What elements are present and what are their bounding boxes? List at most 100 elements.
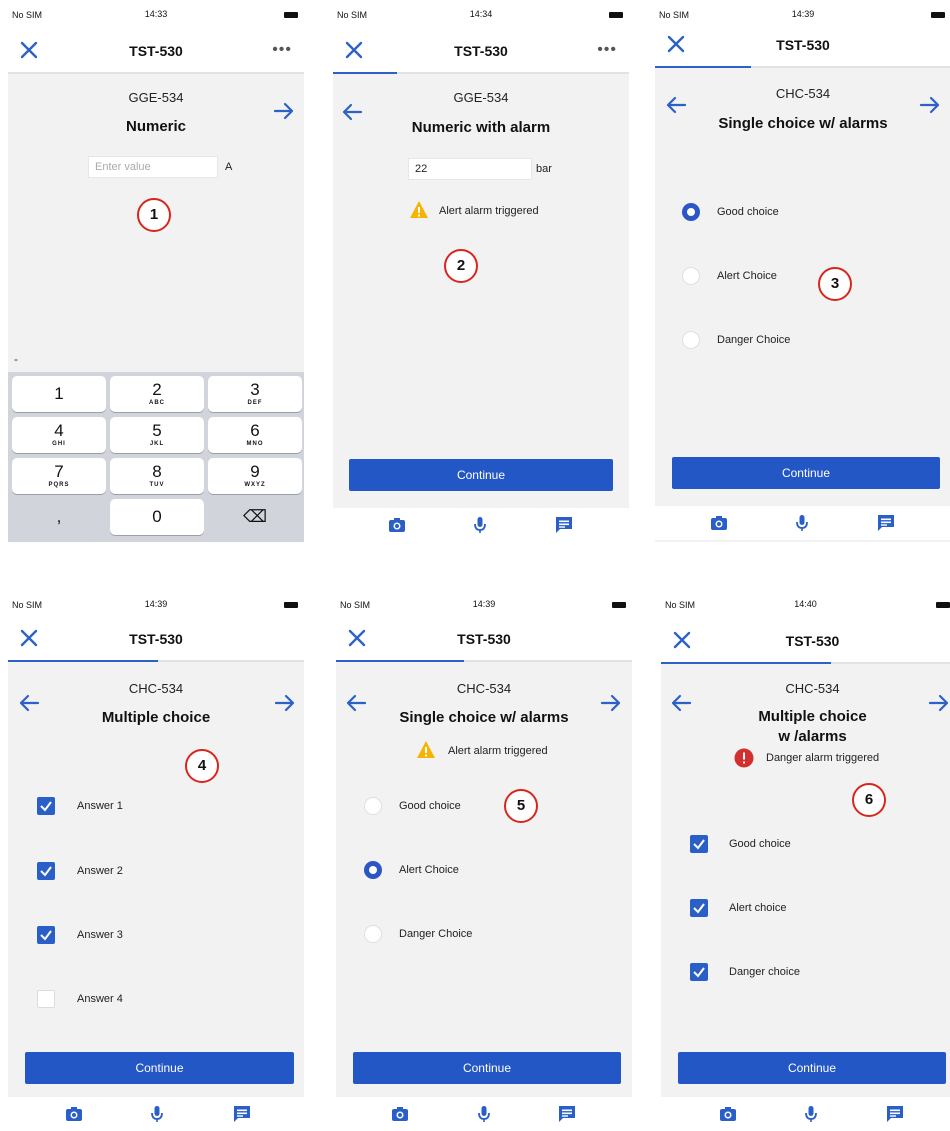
nav-bar: TST-530 — [655, 22, 950, 68]
comment-icon[interactable] — [876, 513, 896, 533]
step-marker: 6 — [852, 783, 886, 817]
microphone-icon[interactable] — [474, 1104, 494, 1124]
minus-key[interactable]: - — [14, 352, 18, 366]
choice-label: Answer 2 — [77, 865, 123, 877]
key-comma[interactable]: , — [12, 499, 106, 535]
camera-icon[interactable] — [709, 513, 729, 533]
checkbox-answer-3[interactable] — [37, 926, 55, 944]
radio-alert-choice[interactable] — [364, 861, 382, 879]
alarm-message: Danger alarm triggered — [766, 752, 880, 764]
key-6[interactable]: 6 MNO — [208, 417, 302, 453]
value-input[interactable]: Enter value — [88, 156, 218, 178]
camera-icon[interactable] — [64, 1104, 84, 1124]
question-title: Multiple choice — [101, 709, 211, 726]
radio-good-choice[interactable] — [364, 797, 382, 815]
comment-icon[interactable] — [232, 1104, 252, 1124]
choice-label: Danger Choice — [717, 334, 791, 346]
check-icon — [693, 903, 705, 914]
microphone-icon[interactable] — [792, 513, 812, 533]
key-1[interactable]: 1 — [12, 376, 106, 412]
question-title: Single choice w/ alarms — [718, 115, 888, 132]
progress-bar — [8, 660, 158, 662]
checkbox-danger-choice[interactable] — [690, 963, 708, 981]
checkbox-alert-choice[interactable] — [690, 899, 708, 917]
check-icon — [40, 866, 52, 877]
question-title-line-2: w /alarms — [778, 728, 847, 745]
check-icon — [693, 967, 705, 978]
battery-icon — [936, 602, 950, 608]
progress-bar — [333, 72, 397, 74]
continue-button[interactable]: Continue — [353, 1052, 621, 1084]
comment-icon[interactable] — [554, 515, 574, 535]
status-bar: No SIM 14:39 — [336, 590, 632, 618]
status-bar: No SIM 14:40 — [661, 590, 950, 618]
status-bar: No SIM 14:33 — [8, 0, 304, 28]
backspace-icon: ⌫ — [242, 507, 268, 526]
key-8[interactable]: 8 TUV — [110, 458, 204, 494]
checkbox-answer-4[interactable] — [37, 990, 55, 1008]
question-code: GGE-534 — [128, 90, 184, 105]
nav-title: TST-530 — [129, 43, 183, 59]
alarm-message: Alert alarm triggered — [448, 745, 548, 757]
bottom-toolbar — [333, 508, 629, 542]
question-title: Numeric with alarm — [411, 119, 551, 136]
bottom-toolbar — [336, 1097, 632, 1131]
progress-bar — [661, 662, 831, 664]
nav-title: TST-530 — [776, 37, 830, 53]
unit-label: bar — [536, 163, 552, 175]
key-9[interactable]: 9 WXYZ — [208, 458, 302, 494]
nav-bar: TST-530 — [661, 618, 950, 664]
battery-icon — [612, 602, 626, 608]
radio-good-choice[interactable] — [682, 203, 700, 221]
progress-bar — [336, 660, 464, 662]
nav-title: TST-530 — [129, 631, 183, 647]
arrow-right-icon[interactable] — [273, 101, 295, 121]
checkbox-good-choice[interactable] — [690, 835, 708, 853]
radio-alert-choice[interactable] — [682, 267, 700, 285]
status-time: 14:33 — [144, 9, 168, 19]
key-0[interactable]: 0 — [110, 499, 204, 535]
radio-danger-choice[interactable] — [364, 925, 382, 943]
comment-icon[interactable] — [885, 1104, 905, 1124]
key-2[interactable]: 2 ABC — [110, 376, 204, 412]
battery-icon — [284, 12, 298, 18]
continue-button[interactable]: Continue — [678, 1052, 946, 1084]
screen-single-choice-alarm: No SIM 14:39 TST-530 CHC-534 Single choi… — [336, 590, 632, 1131]
microphone-icon[interactable] — [801, 1104, 821, 1124]
bottom-toolbar — [661, 1097, 950, 1131]
key-7[interactable]: 7 PQRS — [12, 458, 106, 494]
radio-danger-choice[interactable] — [682, 331, 700, 349]
value-input[interactable]: 22 — [408, 158, 532, 180]
choice-label: Danger choice — [729, 966, 800, 978]
microphone-icon[interactable] — [470, 515, 490, 535]
camera-icon[interactable] — [390, 1104, 410, 1124]
continue-button[interactable]: Continue — [672, 457, 940, 489]
backspace-key[interactable]: ⌫ — [208, 499, 302, 535]
check-icon — [40, 930, 52, 941]
comment-icon[interactable] — [557, 1104, 577, 1124]
warning-icon — [410, 201, 428, 218]
key-5[interactable]: 5 JKL — [110, 417, 204, 453]
battery-icon — [931, 12, 945, 18]
screen-multiple-choice-alarm: No SIM 14:40 TST-530 CHC-534 Multiple ch… — [661, 590, 950, 1131]
key-4[interactable]: 4 GHI — [12, 417, 106, 453]
question-title: Numeric — [125, 118, 187, 135]
camera-icon[interactable] — [718, 1104, 738, 1124]
checkbox-answer-1[interactable] — [37, 797, 55, 815]
more-icon[interactable]: ••• — [272, 41, 292, 59]
question-code: CHC-534 — [775, 86, 831, 101]
nav-title: TST-530 — [454, 43, 508, 59]
choice-label: Answer 3 — [77, 929, 123, 941]
choice-label: Alert Choice — [399, 864, 459, 876]
check-icon — [693, 839, 705, 850]
checkbox-answer-2[interactable] — [37, 862, 55, 880]
microphone-icon[interactable] — [147, 1104, 167, 1124]
camera-icon[interactable] — [387, 515, 407, 535]
battery-icon — [609, 12, 623, 18]
more-icon[interactable]: ••• — [597, 41, 617, 59]
step-marker: 5 — [504, 789, 538, 823]
status-bar: No SIM 14:34 — [333, 0, 629, 28]
continue-button[interactable]: Continue — [25, 1052, 294, 1084]
key-3[interactable]: 3 DEF — [208, 376, 302, 412]
continue-button[interactable]: Continue — [349, 459, 613, 491]
